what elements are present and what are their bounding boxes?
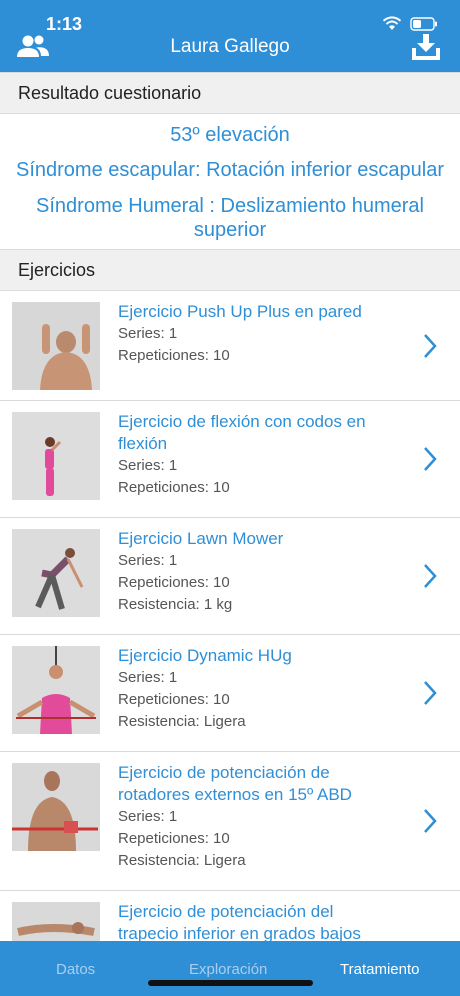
exercise-series: Series: 1: [118, 552, 178, 569]
exercise-title: Ejercicio de potenciación del trapecio i…: [118, 902, 361, 943]
exercise-reps: Repeticiones: 10: [118, 574, 230, 591]
chevron-right-icon: [424, 681, 437, 705]
exercise-thumbnail: [12, 412, 100, 500]
exercise-series: Series: 1: [118, 325, 178, 342]
chevron-right-icon: [424, 809, 437, 833]
elevation-result: 53º elevación: [170, 124, 290, 146]
result-section-header: Resultado cuestionario: [0, 72, 460, 114]
exercise-row[interactable]: Ejercicio de potenciación de rotadores e…: [0, 752, 460, 891]
exercise-resistance: Resistencia: Ligera: [118, 713, 246, 730]
exercise-row[interactable]: Ejercicio Lawn Mower Series: 1 Repeticio…: [0, 518, 460, 635]
page-title: Laura Gallego: [170, 36, 290, 57]
humeral-syndrome: Síndrome Humeral : Deslizamiento humeral…: [36, 195, 424, 241]
home-indicator: [148, 980, 313, 986]
result-block: 53º elevación Síndrome escapular: Rotaci…: [0, 114, 460, 249]
exercise-series: Series: 1: [118, 669, 178, 686]
chevron-right-icon: [424, 334, 437, 358]
exercise-title: Ejercicio de potenciación de rotadores e…: [118, 763, 352, 804]
exercise-row[interactable]: Ejercicio de flexión con codos en flexió…: [0, 401, 460, 518]
exercise-series: Series: 1: [118, 457, 178, 474]
exercise-resistance: Resistencia: Ligera: [118, 852, 246, 869]
exercise-thumbnail: [12, 646, 100, 734]
exercise-title: Ejercicio Push Up Plus en pared: [118, 302, 362, 321]
tab-tratamiento[interactable]: Tratamiento: [340, 961, 419, 978]
battery-icon: [410, 16, 438, 31]
status-icons: [382, 16, 438, 31]
exercise-title: Ejercicio de flexión con codos en flexió…: [118, 412, 366, 453]
download-icon[interactable]: [410, 32, 442, 62]
exercise-list: Ejercicio Push Up Plus en pared Series: …: [0, 291, 460, 990]
exercise-reps: Repeticiones: 10: [118, 479, 230, 496]
exercise-row[interactable]: Ejercicio Push Up Plus en pared Series: …: [0, 291, 460, 401]
tab-bar: Datos Exploración Tratamiento: [0, 941, 460, 996]
tab-datos[interactable]: Datos: [56, 961, 95, 978]
exercise-reps: Repeticiones: 10: [118, 830, 230, 847]
chevron-right-icon: [424, 447, 437, 471]
exercise-resistance: Resistencia: 1 kg: [118, 596, 233, 613]
exercise-title: Ejercicio Dynamic HUg: [118, 646, 292, 665]
exercise-title: Ejercicio Lawn Mower: [118, 529, 284, 548]
status-time: 1:13: [46, 14, 83, 34]
wifi-icon: [382, 16, 402, 31]
exercise-thumbnail: [12, 302, 100, 390]
exercise-reps: Repeticiones: 10: [118, 691, 230, 708]
exercise-series: Series: 1: [118, 808, 178, 825]
exercise-row[interactable]: Ejercicio Dynamic HUg Series: 1 Repetici…: [0, 635, 460, 752]
scapular-syndrome: Síndrome escapular: Rotación inferior es…: [16, 159, 444, 181]
exercise-thumbnail: [12, 763, 100, 851]
exercises-section-header: Ejercicios: [0, 249, 460, 291]
tab-exploracion[interactable]: Exploración: [189, 961, 267, 978]
exercise-thumbnail: [12, 529, 100, 617]
nav-header: 1:13 Laura Gallego: [0, 0, 460, 72]
exercise-reps: Repeticiones: 10: [118, 347, 230, 364]
chevron-right-icon: [424, 564, 437, 588]
